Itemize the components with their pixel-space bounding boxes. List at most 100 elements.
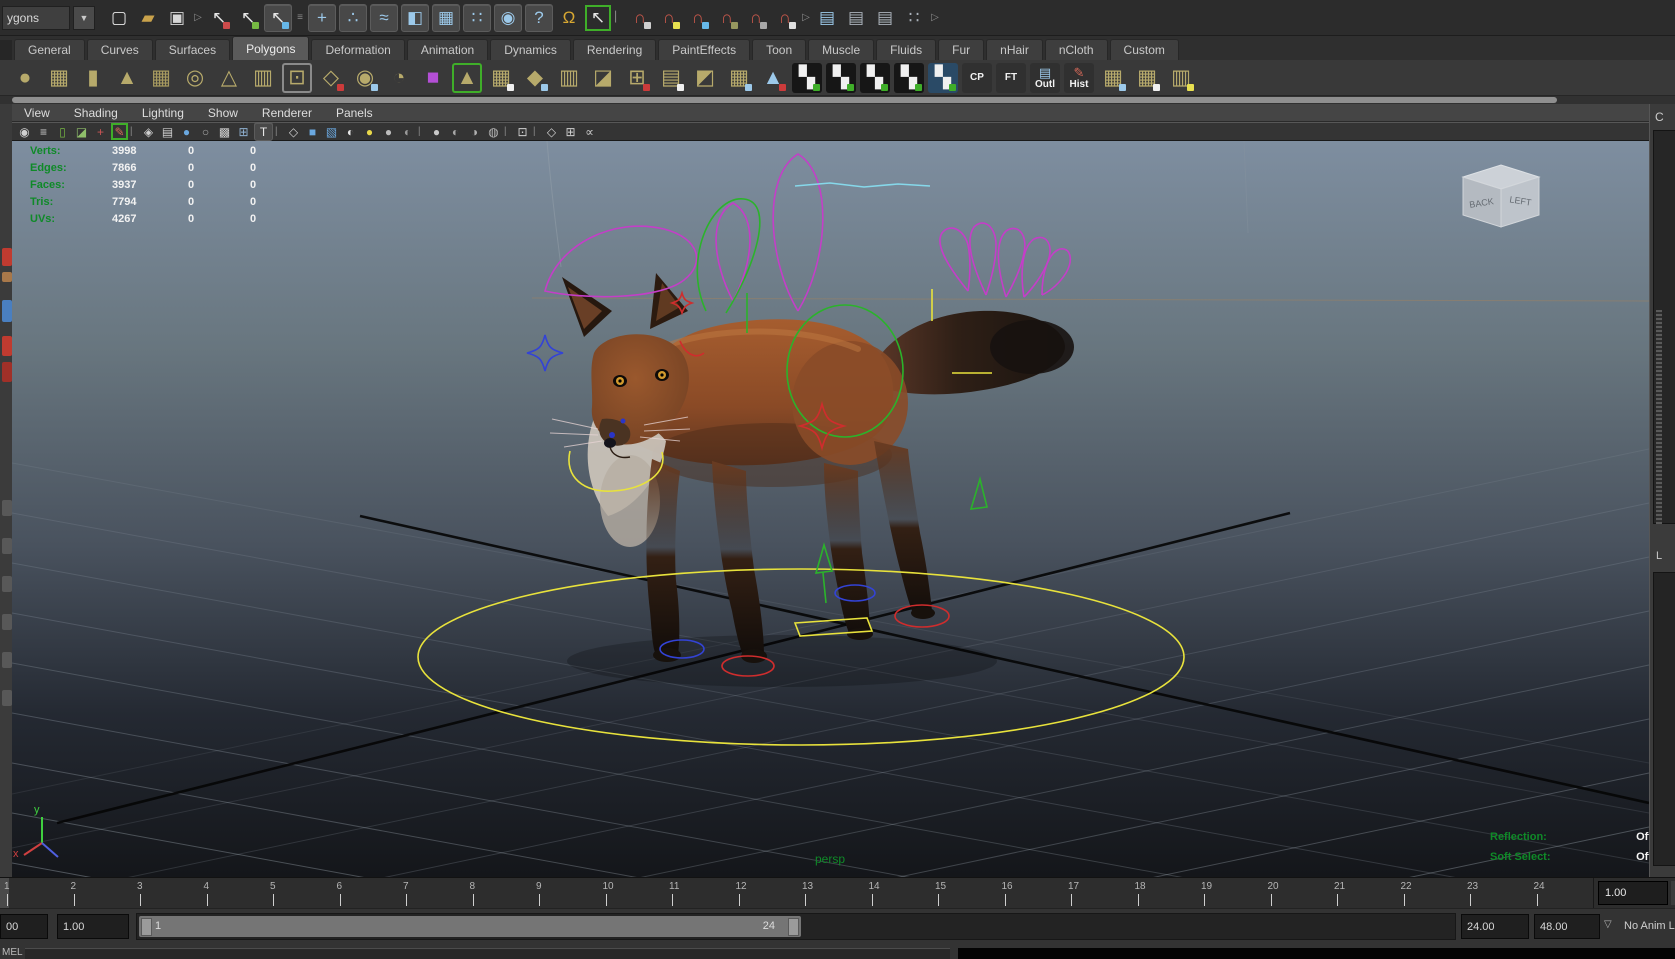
layout-button-fragment[interactable]: [2, 652, 12, 668]
save-scene-icon[interactable]: ▣: [164, 5, 190, 31]
smooth-shade-icon[interactable]: ■: [304, 123, 321, 140]
xray-icon[interactable]: ◇: [543, 123, 560, 140]
quad-draw-icon[interactable]: ▦: [724, 63, 754, 93]
make-live-icon[interactable]: ∩: [772, 5, 798, 31]
use-default-material-icon[interactable]: ◐: [342, 123, 359, 140]
share-view-icon[interactable]: ∝: [581, 123, 598, 140]
frame-number[interactable]: 2: [71, 881, 77, 892]
safe-title-icon[interactable]: T: [254, 122, 273, 141]
frame-number[interactable]: 3: [137, 881, 143, 892]
uv-projection-icon[interactable]: ▲: [758, 63, 788, 93]
merge-vertices-icon[interactable]: ▥: [554, 63, 584, 93]
frame-number[interactable]: 16: [1002, 881, 1013, 892]
lasso-tool-fragment[interactable]: [2, 248, 12, 266]
shelf-tab-rendering[interactable]: Rendering: [572, 39, 657, 60]
automatic-mapping-icon[interactable]: ▚: [894, 62, 924, 93]
rig-nose-dot[interactable]: [620, 418, 626, 424]
select-camera-icon[interactable]: ◉: [16, 123, 33, 140]
lighting-off-icon[interactable]: ●: [361, 123, 378, 140]
range-slider-bar[interactable]: 1 24: [139, 916, 801, 937]
view-cube[interactable]: BACK LEFT: [1455, 157, 1547, 231]
default-lighting-icon[interactable]: ●: [380, 123, 397, 140]
rig-purple-curve[interactable]: [997, 227, 1026, 298]
shadows-icon[interactable]: ●: [428, 123, 445, 140]
panel-resize-grip[interactable]: [1656, 310, 1662, 524]
select-object-icon[interactable]: ↖: [235, 5, 261, 31]
open-scene-icon[interactable]: ▰: [135, 5, 161, 31]
scale-tool-fragment[interactable]: [2, 362, 12, 382]
rig-purple-curve[interactable]: [1041, 248, 1072, 296]
symmetry-cross-icon[interactable]: +: [308, 3, 336, 32]
layout-button-fragment[interactable]: [2, 576, 12, 592]
xray-joints-icon[interactable]: ⊞: [562, 123, 579, 140]
poly-pyramid-icon[interactable]: △: [214, 63, 244, 93]
slide-edge-icon[interactable]: ▦: [1132, 63, 1162, 93]
image-plane-icon[interactable]: ◪: [73, 123, 90, 140]
shelf-tab-custom[interactable]: Custom: [1109, 39, 1179, 60]
shelf-tab-dynamics[interactable]: Dynamics: [490, 39, 571, 60]
layout-button-fragment[interactable]: [2, 690, 12, 706]
quad-patch-icon[interactable]: ▦: [1098, 63, 1128, 93]
rig-small-control[interactable]: [969, 475, 988, 510]
fox-model[interactable]: [562, 273, 1074, 687]
ft-icon[interactable]: FT: [996, 62, 1026, 93]
frame-number[interactable]: 14: [869, 881, 880, 892]
command-language-toggle[interactable]: MEL: [2, 947, 23, 958]
resolution-gate-icon[interactable]: ●: [178, 123, 195, 140]
shelf-tab-curves[interactable]: Curves: [86, 39, 153, 60]
multi-cut-icon[interactable]: ⊞: [622, 63, 652, 93]
snap-to-view-planes-icon[interactable]: ∩: [743, 5, 769, 31]
poly-pipe-icon[interactable]: ▥: [248, 63, 278, 93]
frame-number[interactable]: 19: [1201, 881, 1212, 892]
spherical-mapping-icon[interactable]: ▚: [860, 62, 890, 93]
render-settings-icon[interactable]: ∷: [901, 5, 927, 31]
frame-number[interactable]: 18: [1135, 881, 1146, 892]
grease-pencil-icon[interactable]: ✎: [111, 123, 128, 140]
grid-icon[interactable]: ◈: [140, 123, 157, 140]
highlight-selection-mode-icon[interactable]: ↖: [585, 5, 611, 31]
help-icon[interactable]: ?: [525, 3, 553, 32]
frame-number[interactable]: 1: [4, 881, 10, 892]
rotate-tool-fragment[interactable]: [2, 336, 12, 356]
rig-purple-curve[interactable]: [939, 227, 971, 292]
frame-number[interactable]: 22: [1401, 881, 1412, 892]
insert-edge-loop-icon[interactable]: ▤: [656, 63, 686, 93]
booleans-icon[interactable]: ◉: [350, 63, 380, 93]
lattice-icon[interactable]: ▦: [432, 3, 460, 32]
ipr-render-icon[interactable]: ▤: [872, 5, 898, 31]
frame-number[interactable]: 7: [403, 881, 409, 892]
frame-number[interactable]: 13: [802, 881, 813, 892]
anim-layer-label[interactable]: No Anim La: [1624, 920, 1675, 932]
frame-number[interactable]: 9: [536, 881, 542, 892]
sculpt-tool-icon[interactable]: ▲: [452, 63, 482, 93]
shelf-tab-toon[interactable]: Toon: [752, 39, 807, 60]
perspective-viewport[interactable]: y x persp Verts: 3998 0 0 Edges: 7866 0 0 Faces:…: [12, 141, 1649, 877]
history-icon[interactable]: ✎ Hist: [1064, 62, 1094, 93]
shelf-tab-ncloth[interactable]: nCloth: [1044, 39, 1108, 60]
gate-mask-icon[interactable]: ○: [197, 123, 214, 140]
layout-button-fragment[interactable]: [2, 614, 12, 630]
playback-start-field[interactable]: 1.00: [57, 914, 129, 939]
anti-alias-icon[interactable]: ◍: [485, 123, 502, 140]
panel-menu-shading[interactable]: Shading: [74, 106, 118, 120]
field-chart-icon[interactable]: ▩: [216, 123, 233, 140]
scatter-points-icon[interactable]: ∷: [463, 3, 491, 32]
frame-number[interactable]: 24: [1534, 881, 1545, 892]
current-time-field[interactable]: 1.00: [1598, 881, 1668, 905]
range-end-handle[interactable]: [788, 918, 799, 936]
frame-number[interactable]: 4: [204, 881, 210, 892]
joint-links-icon[interactable]: ∴: [339, 3, 367, 32]
bevel-icon[interactable]: ◩: [690, 63, 720, 93]
combine-icon[interactable]: ◇: [316, 63, 346, 93]
rig-purple-curve[interactable]: [715, 202, 751, 302]
frame-number[interactable]: 5: [270, 881, 276, 892]
bookmark-icon[interactable]: ▯: [54, 123, 71, 140]
textured-icon[interactable]: ▧: [323, 123, 340, 140]
snap-to-curves-icon[interactable]: ∩: [656, 5, 682, 31]
shelf-tab-animation[interactable]: Animation: [406, 39, 489, 60]
animation-end-field[interactable]: 48.00: [1534, 914, 1600, 939]
snap-to-points-icon[interactable]: ∩: [685, 5, 711, 31]
uv-sheets-icon[interactable]: ◧: [401, 3, 429, 32]
poly-cylinder-icon[interactable]: ▮: [78, 63, 108, 93]
panel-menu-lighting[interactable]: Lighting: [142, 106, 184, 120]
